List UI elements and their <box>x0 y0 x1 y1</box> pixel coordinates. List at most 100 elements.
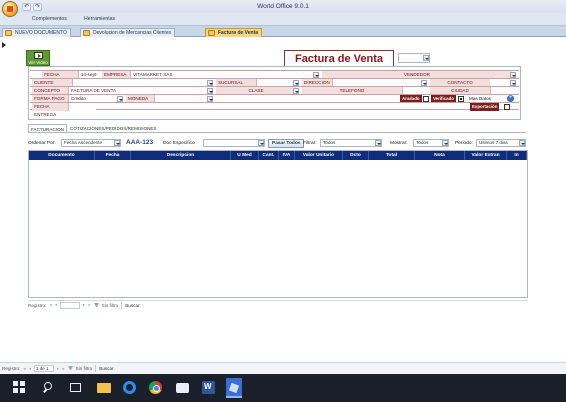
filter-bar: Ordenar Por: Fecha Ascendente AAA-123 Do… <box>28 139 528 148</box>
record-number-field[interactable] <box>60 301 81 309</box>
exportacion-badge: Exportación <box>470 103 500 111</box>
chevron-down-icon <box>114 140 120 146</box>
col-nota[interactable]: Nota <box>415 151 465 160</box>
invoice-title-box: Factura de Venta <box>284 50 394 67</box>
filtrar-value: Todos <box>323 140 336 145</box>
col-dcto[interactable]: Dcto <box>343 151 369 160</box>
tab-nuevo-documento[interactable]: NUEVO DOCUMENTO <box>2 28 71 37</box>
file-explorer-icon[interactable] <box>97 383 111 393</box>
sin-filtro-label[interactable]: Sin filtro <box>102 303 119 308</box>
first-record-icon[interactable]: ◂ <box>23 366 25 372</box>
col-cant[interactable]: Cant. <box>259 151 279 160</box>
col-in[interactable]: In <box>507 151 527 160</box>
chevron-down-icon <box>423 55 429 61</box>
mostrar-value: Todos <box>416 140 429 145</box>
document-icon <box>208 30 215 36</box>
play-video-icon <box>34 52 43 59</box>
document-icon <box>83 30 90 36</box>
next-record-icon[interactable]: ▸ <box>57 366 59 372</box>
col-total[interactable]: Total <box>369 151 415 160</box>
taskbar <box>0 374 566 402</box>
buscar-field[interactable]: Buscar <box>121 301 151 309</box>
registro-label: Registro: <box>28 302 47 308</box>
header-row-fecha-entrega: FECHA ENTREGA Exportación <box>30 102 519 117</box>
registro-label: Registro: <box>2 366 21 371</box>
buscar-field[interactable]: Buscar <box>95 365 125 372</box>
search-icon[interactable] <box>42 381 55 394</box>
tab-label: Devolucion de Mercancias Clientes <box>93 30 172 36</box>
task-view-icon[interactable] <box>70 383 81 392</box>
chevron-down-icon <box>519 140 525 146</box>
chevron-down-icon <box>258 140 264 146</box>
tab-label: NUEVO DOCUMENTO <box>15 30 67 36</box>
first-record-icon[interactable]: ◂ <box>49 302 51 308</box>
ver-video-label: Ver Video <box>28 60 48 65</box>
periodo-value: Ultimos 7 dias <box>479 140 508 145</box>
filter-icon <box>93 302 99 308</box>
document-tabs: NUEVO DOCUMENTO Devolucion de Mercancias… <box>0 26 566 37</box>
previous-record-icon[interactable]: ◂ <box>55 302 57 308</box>
header-row-fecha: FECHA 14-sept-18 EMPRESA VITAMARKET SAS … <box>30 70 519 85</box>
items-grid[interactable]: Documento Fecha Descripcion U Med Cant. … <box>28 150 528 298</box>
col-descripcion[interactable]: Descripcion <box>131 151 231 160</box>
filtrar-select[interactable]: Todos <box>320 139 382 147</box>
ver-video-button[interactable]: Ver Video <box>26 50 50 66</box>
ordenar-label: Ordenar Por: <box>28 141 56 146</box>
ribbon-tab-herramientas[interactable]: Herramientas <box>84 16 115 22</box>
col-u-med[interactable]: U Med <box>231 151 259 160</box>
grid-record-navigator: Registro: ◂ ◂ ▸ ▸ Sin filtro Buscar <box>28 300 528 309</box>
last-record-icon[interactable]: ▸ <box>88 302 90 308</box>
exportacion-checkbox[interactable] <box>504 104 510 110</box>
periodo-select[interactable]: Ultimos 7 dias <box>476 139 526 147</box>
chevron-down-icon <box>375 140 381 146</box>
office-button-icon[interactable] <box>2 1 18 17</box>
form-record-navigator: Registro: ◂ ◂ 1 de 1 ▸ ▸ Sin filtro Busc… <box>0 362 566 374</box>
ribbon-tabs: Complementos Herramientas <box>0 13 566 26</box>
mostrar-label: Mostrar: <box>390 141 408 146</box>
sin-filtro-label[interactable]: Sin filtro <box>76 366 93 371</box>
ordenar-value: Fecha Ascendente <box>64 140 103 145</box>
chevron-down-icon <box>442 140 448 146</box>
filtrar-label: Filtrar: <box>303 141 317 146</box>
fecha-entrega-field[interactable] <box>68 103 96 111</box>
periodo-label: Periodo: <box>455 141 473 146</box>
col-fecha[interactable]: Fecha <box>95 151 131 160</box>
next-record-icon[interactable]: ▸ <box>83 302 85 308</box>
document-code: AAA-123 <box>126 139 154 146</box>
filter-icon <box>67 366 73 371</box>
store-icon[interactable] <box>176 383 189 393</box>
world-office-app-icon[interactable] <box>226 378 242 398</box>
header-row-forma-pago: FORMA PAGO Credito MONEDA Anulado Verifi… <box>30 94 519 103</box>
grid-header: Documento Fecha Descripcion U Med Cant. … <box>29 151 527 160</box>
tab-devolucion[interactable]: Devolucion de Mercancias Clientes <box>80 28 176 37</box>
last-record-icon[interactable]: ▸ <box>62 366 64 372</box>
previous-record-icon[interactable]: ◂ <box>29 366 31 372</box>
tab-divider <box>28 132 526 133</box>
col-valor-extran[interactable]: Valor Extran <box>465 151 507 160</box>
tab-label: Factura de Venta <box>218 30 259 36</box>
document-type-select[interactable] <box>398 53 430 63</box>
chrome-browser-icon[interactable] <box>149 381 162 394</box>
document-icon <box>5 30 12 36</box>
mostrar-select[interactable]: Todos <box>413 139 449 147</box>
record-selector-arrow-icon <box>2 42 6 48</box>
ordenar-select[interactable]: Fecha Ascendente <box>61 139 121 147</box>
tab-factura-de-venta[interactable]: Factura de Venta <box>205 28 263 37</box>
title-bar: ↶ ↷ World Office 9.0.1 <box>0 0 566 17</box>
windows-start-icon[interactable] <box>13 381 26 394</box>
page-title: Factura de Venta <box>294 53 384 65</box>
col-documento[interactable]: Documento <box>29 151 95 160</box>
fecha-entrega-label: FECHA ENTREGA <box>32 103 68 117</box>
header-row-concepto: CONCEPTO FACTURA DE VENTA CLASE TELEFONO… <box>30 86 519 95</box>
edge-browser-icon[interactable] <box>123 381 136 394</box>
col-iva[interactable]: IVA <box>279 151 295 160</box>
ribbon-tab-complementos[interactable]: Complementos <box>32 16 67 22</box>
col-valor-unitario[interactable]: Valor Unitario <box>295 151 343 160</box>
doc-especifico-label: Doc Especifico <box>163 141 195 146</box>
record-position-field[interactable]: 1 de 1 <box>34 365 55 372</box>
word-icon[interactable] <box>202 381 215 394</box>
doc-especifico-select[interactable] <box>203 139 265 147</box>
mas-datos-plus-icon[interactable]: + <box>507 95 514 102</box>
pasar-todos-button[interactable]: Pasar Todos <box>268 139 305 148</box>
header-row-cliente: CLIENTE SUCURSAL DIRECCION CONTACTO <box>30 78 519 87</box>
